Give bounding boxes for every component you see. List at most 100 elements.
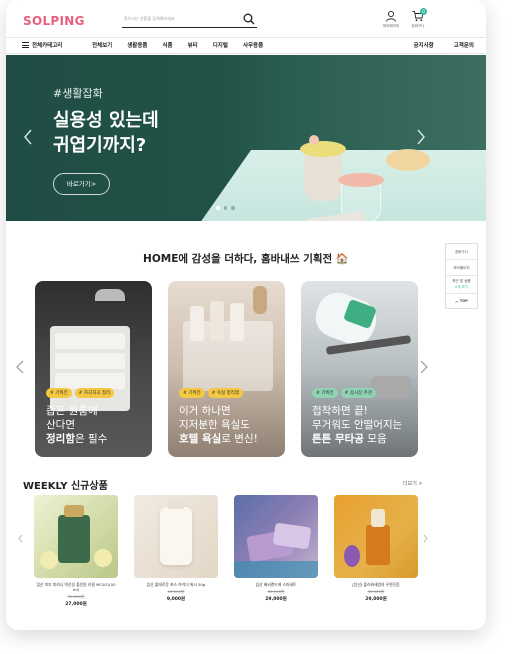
product-price: 29,000원	[265, 597, 287, 602]
banner-next-arrow[interactable]	[416, 129, 428, 149]
product-price: 27,000원	[65, 602, 87, 607]
banner-hashtag: #생활잡화	[53, 87, 103, 100]
utility-nav: 공지사항 고객문의	[394, 41, 475, 49]
card-caption: 이거 하나면 지저분한 욕실도 호텔 욕실로 변신!	[179, 404, 258, 446]
header: SOLPING 찾으시는 상품을 검색해보세요 마이페이지 0 장바구니	[6, 0, 486, 36]
chevron-right-icon	[420, 360, 428, 374]
cart-count-badge: 0	[420, 8, 427, 15]
card-tag[interactable]: # 욕실 정리템	[207, 388, 243, 398]
product-original-price: 13,000원	[167, 589, 185, 594]
search-input[interactable]: 찾으시는 상품을 검색해보세요	[122, 12, 257, 28]
card-caption: 좁은 원룸에 산다면 정리함은 필수	[46, 404, 107, 446]
weekly-next-arrow[interactable]	[423, 534, 428, 546]
card-caption: 접착하면 끝! 무거워도 안떨어지는 튼튼 무타공 모음	[312, 404, 402, 446]
banner-go-button[interactable]: 바로가기>	[53, 173, 110, 195]
notice-link[interactable]: 공지사항	[414, 41, 434, 49]
side-recent[interactable]: 최근 본 상품 0개 보기	[446, 276, 477, 294]
logo[interactable]: SOLPING	[23, 14, 85, 28]
inquiry-link[interactable]: 고객문의	[454, 41, 474, 49]
card-bold: 정리함	[46, 433, 75, 445]
card-tag[interactable]: # 기획전	[46, 388, 72, 398]
product-item[interactable]: [임산] 플라워세럼의 우면진음 35,000원 29,000원	[334, 495, 418, 602]
side-recent-label: 최근 본 상품	[452, 279, 471, 283]
product-name[interactable]: 임산 배씨랜드에 스파세트	[234, 582, 318, 587]
card-tags: # 기획전 # 꼼시장 추천	[312, 388, 376, 398]
card-line1: 이거 하나면	[179, 405, 231, 417]
banner-title: 실용성 있는데 귀엽기까지?	[53, 110, 159, 156]
weekly-more-link[interactable]: 더보기 >	[403, 480, 423, 487]
product-image[interactable]	[134, 495, 218, 578]
section-title: HOME에 감성을 더하다, 홈바내쓰 기획전 🏠	[143, 253, 349, 265]
nav-item-all[interactable]: 전체보기	[92, 41, 112, 49]
card-line2: 지저분한 욕실도	[179, 419, 250, 431]
banner-pagination	[216, 206, 235, 210]
promo-card[interactable]: # 기획전 # 욕실 정리템 이거 하나면 지저분한 욕실도 호텔 욕실로 변신…	[168, 281, 285, 457]
chevron-left-icon	[16, 360, 24, 374]
chevron-left-icon	[24, 129, 32, 145]
card-tags: # 기획전 # 차곡차곡 정리	[46, 388, 115, 398]
pagination-dot[interactable]	[231, 206, 235, 210]
promo-card[interactable]: # 기획전 # 차곡차곡 정리 좁은 원룸에 산다면 정리함은 필수	[35, 281, 152, 457]
hero-banner[interactable]: #생활잡화 실용성 있는데 귀엽기까지? 바로가기>	[6, 55, 486, 221]
all-category-label: 전체카테고리	[32, 43, 63, 49]
product-price: 29,000원	[365, 597, 387, 602]
mypage-label: 마이페이지	[382, 24, 400, 28]
side-recent-count: 0개 보기	[455, 285, 468, 289]
section-prev-arrow[interactable]	[16, 360, 24, 378]
nav-item-living[interactable]: 생활용품	[127, 41, 147, 49]
pagination-dot[interactable]	[216, 206, 220, 210]
product-image[interactable]	[234, 495, 318, 578]
product-name[interactable]: 임산 플레로운 포스 하이더 워시 50g	[134, 582, 218, 587]
card-rest: 로 변신!	[221, 433, 258, 445]
section-next-arrow[interactable]	[420, 360, 428, 378]
product-item[interactable]: 임산 플레로운 포스 하이더 워시 50g 13,000원 9,000원	[134, 495, 218, 602]
category-nav: 전체보기 생활용품 식품 뷰티 디지털 사무용품	[92, 41, 278, 49]
chevron-up-icon: ︿	[455, 299, 459, 303]
all-category-button[interactable]: 전체카테고리	[22, 41, 62, 49]
product-item[interactable]: 임산 피부 미라니 박산성 올인원 리필 MC001(50 ml) 32,000…	[34, 495, 118, 607]
nav-item-beauty[interactable]: 뷰티	[188, 41, 198, 49]
product-item[interactable]: 임산 배씨랜드에 스파세트 32,000원 29,000원	[234, 495, 318, 602]
cart-button[interactable]: 0 장바구니	[403, 8, 433, 29]
nav-item-food[interactable]: 식품	[163, 41, 173, 49]
nav-item-digital[interactable]: 디지털	[213, 41, 228, 49]
cart-label: 장바구니	[411, 24, 425, 28]
card-bold: 호텔 욕실	[179, 433, 222, 445]
card-rest: 모음	[363, 433, 387, 445]
product-name[interactable]: [임산] 플라워세럼의 우면진음	[334, 582, 418, 587]
browser-page: SOLPING 찾으시는 상품을 검색해보세요 마이페이지 0 장바구니 전체카…	[6, 0, 486, 630]
product-original-price: 32,000원	[267, 589, 285, 594]
chevron-left-icon	[18, 534, 23, 543]
pagination-dot[interactable]	[223, 206, 227, 210]
card-tags: # 기획전 # 욕실 정리템	[179, 388, 243, 398]
card-line2: 무거워도 안떨어지는	[312, 419, 403, 431]
search-icon[interactable]	[243, 13, 255, 25]
main-nav: 전체카테고리 전체보기 생활용품 식품 뷰티 디지털 사무용품 공지사항 고객문…	[6, 37, 486, 54]
nav-item-office[interactable]: 사무용품	[243, 41, 263, 49]
card-line2: 산다면	[46, 419, 75, 431]
scroll-top-button[interactable]: ︿ TOP	[446, 294, 477, 308]
user-icon	[386, 10, 396, 22]
menu-icon	[22, 42, 29, 48]
weekly-prev-arrow[interactable]	[18, 534, 23, 546]
card-rest: 은 필수	[74, 433, 108, 445]
mypage-button[interactable]: 마이페이지	[376, 10, 406, 29]
product-name[interactable]: 임산 피부 미라니 박산성 올인원 리필 MC001(50 ml)	[34, 582, 118, 592]
card-line1: 좁은 원룸에	[46, 405, 98, 417]
product-price: 9,000원	[166, 597, 186, 602]
card-tag[interactable]: # 기획전	[312, 388, 338, 398]
product-image[interactable]	[34, 495, 118, 578]
weekly-title: WEEKLY 신규상품	[23, 481, 108, 492]
scroll-top-label: TOP	[459, 299, 468, 303]
product-original-price: 32,000원	[67, 594, 85, 599]
product-image[interactable]	[334, 495, 418, 578]
promo-card[interactable]: # 기획전 # 꼼시장 추천 접착하면 끝! 무거워도 안떨어지는 튼튼 무타공…	[301, 281, 418, 457]
card-tag[interactable]: # 꼼시장 추천	[340, 388, 376, 398]
card-line1: 접착하면 끝!	[312, 405, 368, 417]
card-tag[interactable]: # 차곡차곡 정리	[74, 388, 115, 398]
chevron-right-icon	[417, 129, 425, 145]
product-original-price: 35,000원	[367, 589, 385, 594]
card-tag[interactable]: # 기획전	[179, 388, 205, 398]
banner-prev-arrow[interactable]	[23, 129, 35, 149]
search-placeholder: 찾으시는 상품을 검색해보세요	[124, 16, 175, 21]
